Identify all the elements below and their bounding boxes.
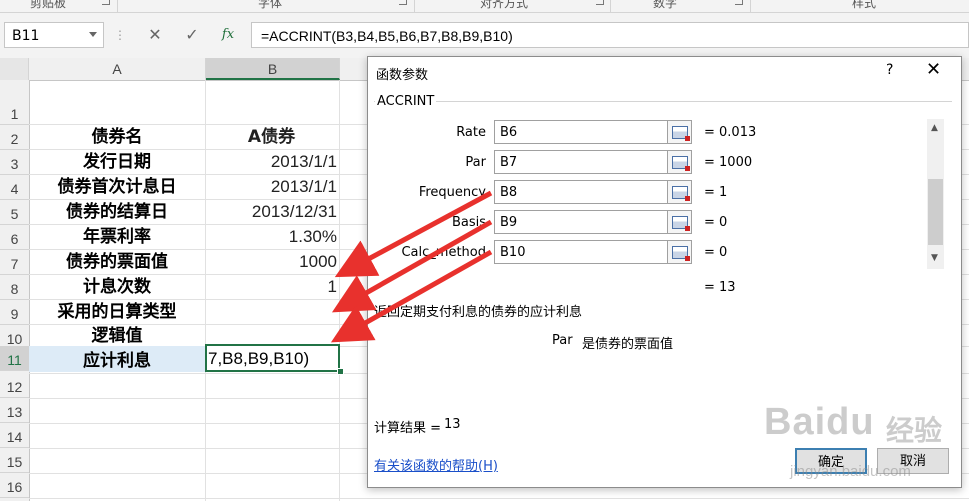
annotation-arrows — [330, 190, 493, 343]
